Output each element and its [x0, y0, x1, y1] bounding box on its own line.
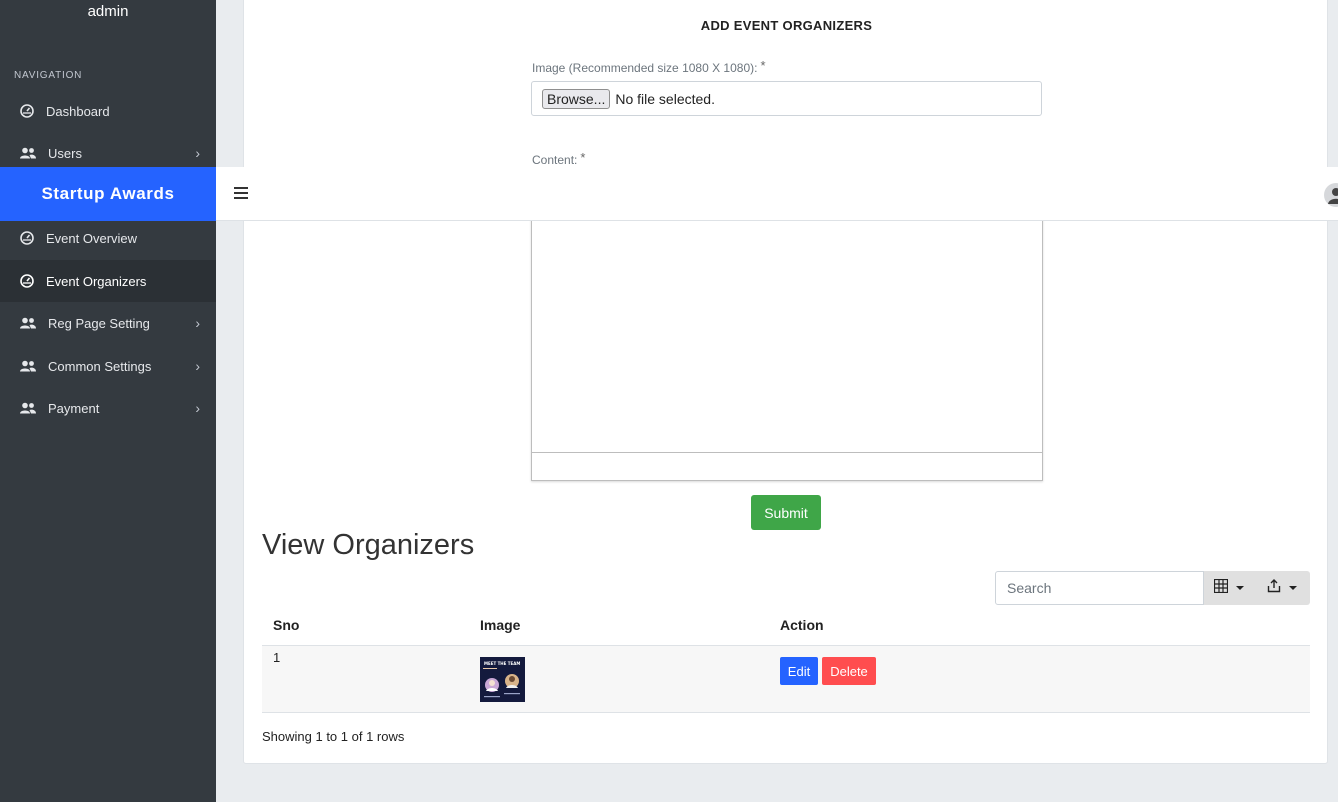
view-organizers-title: View Organizers	[262, 529, 475, 561]
gauge-icon	[20, 274, 34, 288]
column-header-action[interactable]: Action	[780, 617, 824, 633]
sidebar-item-label: Payment	[48, 400, 100, 416]
image-field-label: Image (Recommended size 1080 X 1080): *	[532, 58, 766, 75]
users-icon	[20, 146, 36, 160]
hamburger-menu-icon[interactable]	[234, 187, 248, 199]
required-mark: *	[580, 150, 586, 165]
row-sno: 1	[273, 650, 281, 665]
users-icon	[20, 316, 36, 330]
sidebar-item-reg-page-setting[interactable]: Reg Page Setting ›	[0, 302, 216, 344]
brand-logo[interactable]: Startup Awards	[0, 167, 216, 221]
user-name: admin	[87, 3, 129, 20]
users-icon	[20, 401, 36, 415]
nav-section-label: NAVIGATION	[14, 70, 83, 81]
sidebar-item-label: Event Organizers	[46, 273, 147, 289]
sidebar-item-label: Dashboard	[46, 103, 110, 119]
chevron-right-icon: ›	[195, 315, 200, 331]
sidebar-item-label: Reg Page Setting	[48, 315, 150, 331]
column-header-sno[interactable]: Sno	[273, 617, 299, 633]
delete-button[interactable]: Delete	[822, 657, 876, 685]
sidebar-item-payment[interactable]: Payment ›	[0, 387, 216, 429]
chevron-right-icon: ›	[195, 400, 200, 416]
gauge-icon	[20, 104, 34, 118]
sidebar-item-label: Common Settings	[48, 358, 152, 374]
pagination-info: Showing 1 to 1 of 1 rows	[262, 729, 405, 744]
column-header-image[interactable]: Image	[480, 617, 520, 633]
chevron-right-icon: ›	[195, 358, 200, 374]
grid-icon	[1213, 578, 1229, 598]
export-icon	[1267, 578, 1281, 598]
content-editor[interactable]	[531, 181, 1043, 481]
sidebar-item-dashboard[interactable]: Dashboard	[0, 90, 216, 132]
thumbnail-caption: MEET THE TEAM	[484, 661, 520, 666]
sidebar-item-event-overview[interactable]: Event Overview	[0, 217, 216, 259]
form-title: ADD EVENT ORGANIZERS	[700, 18, 873, 33]
avatar[interactable]	[1324, 183, 1338, 207]
image-label-text: Image (Recommended size 1080 X 1080):	[532, 61, 758, 75]
required-mark: *	[760, 58, 766, 73]
columns-toggle-button[interactable]	[1204, 571, 1254, 605]
submit-button[interactable]: Submit	[751, 495, 821, 530]
organizer-thumbnail: MEET THE TEAM	[480, 657, 525, 702]
edit-button[interactable]: Edit	[780, 657, 818, 685]
content-label-text: Content:	[532, 153, 578, 167]
sidebar-item-common-settings[interactable]: Common Settings ›	[0, 345, 216, 387]
content-field-label: Content: *	[532, 150, 585, 167]
browse-button[interactable]: Browse...	[542, 88, 611, 109]
file-status: No file selected.	[615, 90, 715, 107]
image-file-input[interactable]: Browse... No file selected.	[531, 81, 1042, 116]
sidebar-item-label: Users	[48, 145, 82, 161]
chevron-right-icon: ›	[195, 145, 200, 161]
sidebar-item-label: Event Overview	[46, 230, 138, 246]
organizers-card: ADD EVENT ORGANIZERS Image (Recommended …	[243, 0, 1328, 764]
sidebar-item-event-organizers[interactable]: Event Organizers	[0, 260, 216, 302]
table-row: 1 MEET THE TEAM Edit Delete	[262, 646, 1310, 713]
export-button[interactable]	[1254, 571, 1310, 605]
sidebar: admin NAVIGATION Dashboard Users › Event…	[0, 0, 216, 802]
caret-down-icon	[1289, 586, 1297, 590]
editor-status-bar	[532, 452, 1042, 480]
users-icon	[20, 359, 36, 373]
gauge-icon	[20, 231, 34, 245]
top-navbar	[216, 167, 1338, 221]
search-input[interactable]: Search	[995, 571, 1204, 605]
caret-down-icon	[1236, 586, 1244, 590]
user-icon	[1328, 188, 1338, 204]
